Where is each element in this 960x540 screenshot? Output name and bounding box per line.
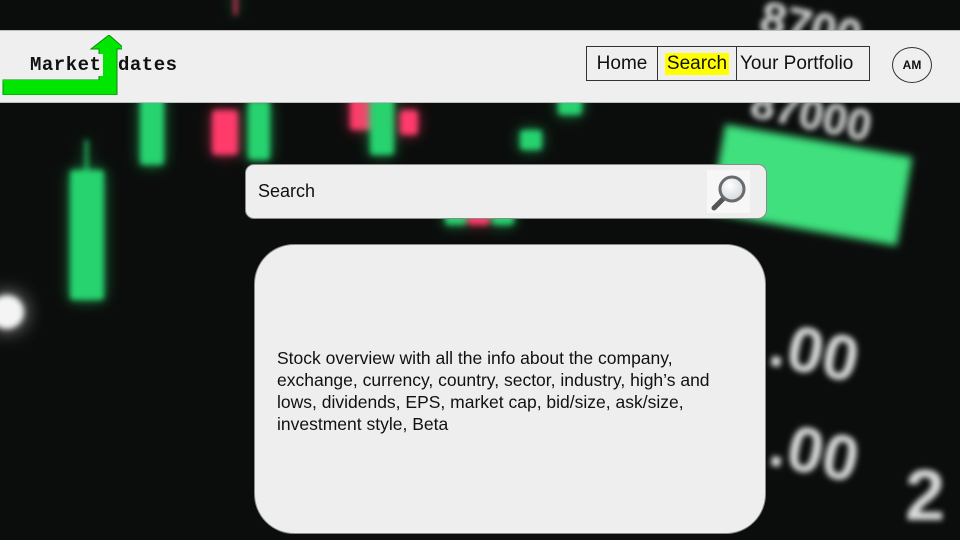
- magnifier-icon: [711, 175, 745, 210]
- nav-search[interactable]: Search: [658, 47, 737, 80]
- nav-home-label: Home: [596, 52, 648, 74]
- user-avatar[interactable]: AM: [892, 47, 932, 83]
- search-input[interactable]: Search: [258, 181, 315, 202]
- stock-overview-card: Stock overview with all the info about t…: [254, 244, 766, 534]
- nav-search-label: Search: [664, 52, 730, 75]
- search-button[interactable]: [707, 170, 750, 213]
- search-bar[interactable]: Search: [245, 164, 767, 219]
- main-nav: Home Search Your Portfolio: [586, 46, 870, 81]
- stock-overview-text: Stock overview with all the info about t…: [277, 348, 710, 434]
- logo-text-left: Market: [28, 54, 104, 76]
- nav-home[interactable]: Home: [587, 47, 658, 80]
- avatar-initials: AM: [902, 58, 922, 72]
- nav-portfolio-label: Your Portfolio: [740, 52, 854, 74]
- nav-your-portfolio[interactable]: Your Portfolio: [737, 47, 869, 80]
- logo-text-right: dates: [118, 54, 178, 76]
